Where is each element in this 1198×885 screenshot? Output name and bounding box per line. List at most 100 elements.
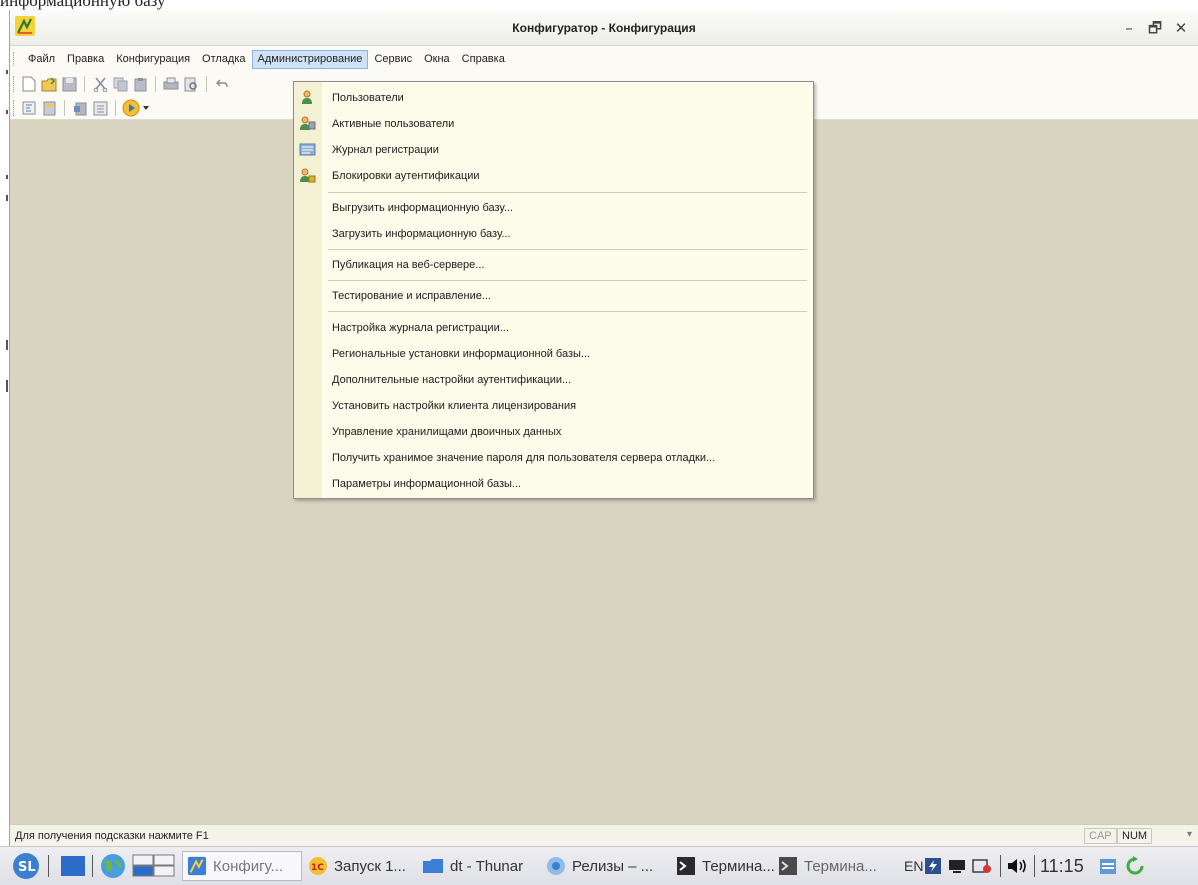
menu-separator — [328, 192, 807, 193]
terminal-icon — [677, 857, 695, 875]
workspace-switcher-icon — [132, 854, 175, 877]
clock[interactable]: 11:15 — [1040, 851, 1084, 881]
browser-launcher[interactable] — [98, 851, 128, 881]
desktop-icon — [61, 856, 85, 876]
menu-item-debug-password[interactable]: Получить хранимое значение пароля для по… — [294, 446, 813, 470]
run-debug-icon[interactable] — [122, 99, 140, 117]
toolbar-grip[interactable] — [13, 76, 15, 92]
status-bar: Для получения подсказки нажмите F1 CAP N… — [10, 824, 1198, 846]
close-button[interactable]: ✕ — [1170, 18, 1192, 38]
statusbar-chevron-icon[interactable]: ▾ — [1187, 829, 1192, 840]
folder-icon — [423, 859, 443, 873]
menubar-grip[interactable] — [13, 52, 15, 66]
update-db-icon[interactable] — [71, 99, 89, 117]
volume-icon[interactable] — [1006, 851, 1028, 881]
tree-icon[interactable] — [91, 99, 109, 117]
task-browser[interactable]: Релизы – ... — [546, 851, 653, 881]
menu-edit[interactable]: Правка — [61, 50, 110, 69]
menu-configuration[interactable]: Конфигурация — [110, 50, 196, 69]
menu-service[interactable]: Сервис — [368, 50, 418, 69]
1c-config-icon — [187, 856, 207, 876]
task-configurator[interactable]: Конфигу... — [182, 851, 302, 881]
menu-item-test-repair[interactable]: Тестирование и исправление... — [294, 284, 813, 308]
active-users-icon — [300, 116, 316, 130]
menu-item-label: Пользователи — [332, 92, 404, 104]
open-configuration-icon[interactable] — [20, 99, 38, 117]
cut-icon[interactable] — [91, 75, 109, 93]
menu-item-web-publish[interactable]: Публикация на веб-сервере... — [294, 253, 813, 277]
minimize-button[interactable]: – — [1118, 18, 1140, 38]
start-menu-button[interactable]: SL — [12, 851, 40, 881]
menu-item-auth-settings[interactable]: Дополнительные настройки аутентификации.… — [294, 368, 813, 392]
menu-item-binary-storage[interactable]: Управление хранилищами двоичных данных — [294, 420, 813, 444]
maximize-button[interactable]: 🗗 — [1144, 18, 1166, 38]
menu-item-label: Управление хранилищами двоичных данных — [332, 426, 562, 438]
power-icon[interactable] — [924, 851, 942, 881]
menu-help[interactable]: Справка — [456, 50, 511, 69]
menu-item-ib-parameters[interactable]: Параметры информационной базы... — [294, 472, 813, 496]
configurator-window: Конфигуратор - Конфигурация – 🗗 ✕ Файл П… — [9, 10, 1198, 846]
task-label: Конфигу... — [213, 857, 284, 875]
menu-item-label: Дополнительные настройки аутентификации.… — [332, 374, 572, 386]
menu-item-label: Настройка журнала регистрации... — [332, 322, 509, 334]
browser-icon — [547, 857, 565, 875]
task-thunar[interactable]: dt - Thunar — [422, 851, 523, 881]
caps-lock-indicator: CAP — [1084, 828, 1117, 844]
new-document-icon[interactable] — [20, 75, 38, 93]
clipboard-icon[interactable] — [1098, 851, 1118, 881]
start-menu-icon: SL — [13, 853, 39, 879]
paste-icon[interactable] — [131, 75, 149, 93]
save-icon[interactable] — [60, 75, 78, 93]
menu-item-label: Параметры информационной базы... — [332, 478, 522, 490]
network-icon[interactable] — [948, 851, 966, 881]
update-notifier-icon[interactable] — [972, 851, 992, 881]
menu-item-event-log[interactable]: Журнал регистрации — [294, 138, 813, 162]
menu-administration[interactable]: Администрирование — [251, 50, 369, 69]
menu-item-users[interactable]: Пользователи — [294, 86, 813, 110]
print-icon[interactable] — [162, 75, 180, 93]
menu-bar: Файл Правка Конфигурация Отладка Админис… — [10, 46, 1198, 72]
open-icon[interactable] — [40, 75, 58, 93]
task-label: Релизы – ... — [572, 857, 654, 875]
event-log-icon — [299, 143, 316, 156]
menu-item-import-ib[interactable]: Загрузить информационную базу... — [294, 222, 813, 246]
menu-item-active-users[interactable]: Активные пользователи — [294, 112, 813, 136]
task-terminal-2[interactable]: Термина... — [778, 851, 877, 881]
1c-launch-icon: 1С — [309, 857, 327, 875]
menu-item-label: Блокировки аутентификации — [332, 170, 480, 182]
user-icon — [302, 90, 312, 104]
menu-item-label: Установить настройки клиента лицензирова… — [332, 400, 577, 412]
undo-icon[interactable] — [213, 75, 231, 93]
svg-text:1С: 1С — [311, 863, 324, 873]
workspace-switcher[interactable] — [132, 851, 178, 881]
menu-item-auth-locks[interactable]: Блокировки аутентификации — [294, 164, 813, 188]
copy-icon[interactable] — [111, 75, 129, 93]
keyboard-layout[interactable]: EN — [904, 851, 923, 881]
task-terminal-1[interactable]: Термина... — [676, 851, 775, 881]
menu-windows[interactable]: Окна — [418, 50, 456, 69]
task-label: Термина... — [804, 857, 877, 875]
task-1c-launch[interactable]: 1С Запуск 1... — [308, 851, 406, 881]
menu-separator — [328, 311, 807, 312]
menu-item-label: Тестирование и исправление... — [332, 290, 492, 302]
menu-item-license-client[interactable]: Установить настройки клиента лицензирова… — [294, 394, 813, 418]
taskbar: SL Конфигу... 1С Запуск 1... dt - Thunar… — [0, 846, 1198, 885]
show-desktop-button[interactable] — [60, 851, 86, 881]
database-config-icon[interactable] — [40, 99, 58, 117]
menu-item-event-log-settings[interactable]: Настройка журнала регистрации... — [294, 316, 813, 340]
svg-text:SL: SL — [18, 860, 36, 875]
refresh-icon[interactable] — [1124, 851, 1146, 881]
menu-debug[interactable]: Отладка — [196, 50, 251, 69]
menu-item-export-ib[interactable]: Выгрузить информационную базу... — [294, 196, 813, 220]
cropped-caption-text: информационную базу — [0, 0, 166, 10]
title-bar[interactable]: Конфигуратор - Конфигурация – 🗗 ✕ — [10, 10, 1198, 46]
toolbar-grip[interactable] — [13, 100, 15, 116]
menu-separator — [328, 280, 807, 281]
print-preview-icon[interactable] — [182, 75, 200, 93]
chevron-down-icon[interactable] — [142, 99, 150, 117]
terminal-icon — [779, 857, 797, 875]
menu-file[interactable]: Файл — [22, 50, 61, 69]
menu-item-regional-settings[interactable]: Региональные установки информационной ба… — [294, 342, 813, 366]
menu-separator — [328, 249, 807, 250]
status-hint: Для получения подсказки нажмите F1 — [15, 830, 209, 842]
